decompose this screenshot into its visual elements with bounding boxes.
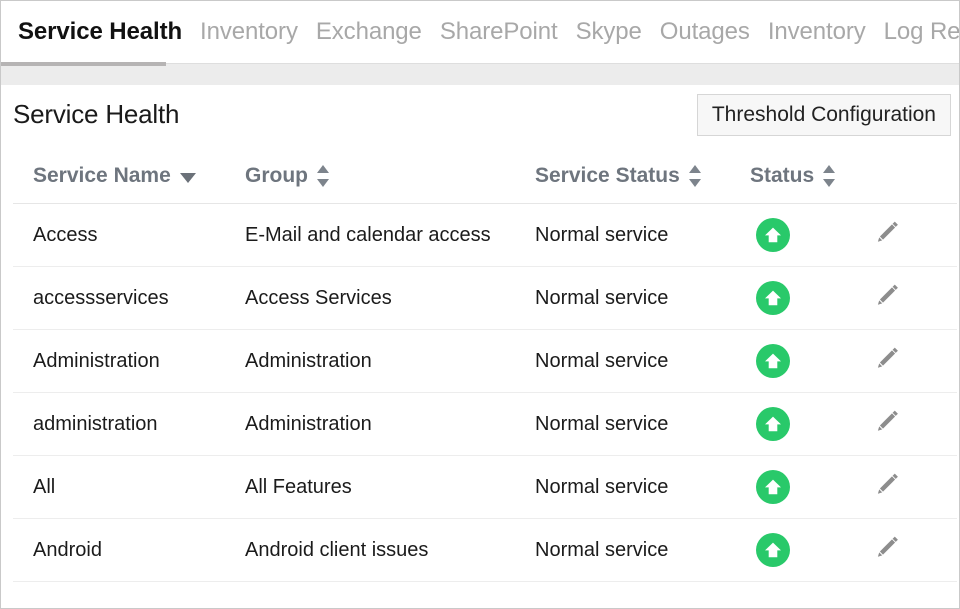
table-row[interactable]: AccessE-Mail and calendar accessNormal s… [13, 204, 957, 267]
page-header: Service Health Threshold Configuration [1, 85, 959, 150]
threshold-configuration-button[interactable]: Threshold Configuration [697, 94, 951, 136]
column-header-label: Service Status [535, 164, 680, 188]
cell-edit-action[interactable] [854, 267, 957, 330]
sort-descending-icon[interactable] [180, 173, 196, 183]
sort-both-icon[interactable] [689, 165, 702, 187]
table-row[interactable]: AndroidAndroid client issuesNormal servi… [13, 519, 957, 582]
tab-outages-5[interactable]: Outages [651, 1, 759, 63]
main-tabbar: Service HealthInventoryExchangeSharePoin… [1, 1, 959, 63]
cell-service-name: Access [13, 204, 245, 267]
cell-status [750, 393, 854, 456]
cell-service-name: administration [13, 393, 245, 456]
pencil-icon[interactable] [872, 406, 902, 442]
cell-service-status: Normal service [535, 393, 750, 456]
pencil-icon[interactable] [872, 280, 902, 316]
column-header-service-name[interactable]: Service Name [13, 150, 245, 204]
service-health-table: Service Name Group Service Status [13, 150, 957, 582]
service-health-page: Service HealthInventoryExchangeSharePoin… [0, 0, 960, 609]
pencil-icon[interactable] [872, 343, 902, 379]
up-arrow-circle-icon [756, 344, 790, 378]
cell-status [750, 456, 854, 519]
tab-exchange-2[interactable]: Exchange [307, 1, 431, 63]
cell-edit-action[interactable] [854, 393, 957, 456]
tab-log-report-7[interactable]: Log Report [875, 1, 960, 63]
tab-inventory-6[interactable]: Inventory [759, 1, 875, 63]
tabbar-gray-strip [1, 63, 959, 85]
cell-group: Administration [245, 393, 535, 456]
cell-status [750, 330, 854, 393]
table-row[interactable]: accessservicesAccess ServicesNormal serv… [13, 267, 957, 330]
sort-both-icon[interactable] [317, 165, 330, 187]
page-title: Service Health [13, 99, 179, 130]
column-header-status[interactable]: Status [750, 150, 854, 204]
pencil-icon[interactable] [872, 469, 902, 505]
tab-sharepoint-3[interactable]: SharePoint [431, 1, 567, 63]
up-arrow-circle-icon [756, 470, 790, 504]
cell-service-name: All [13, 456, 245, 519]
column-header-group[interactable]: Group [245, 150, 535, 204]
table-header-row: Service Name Group Service Status [13, 150, 957, 204]
up-arrow-circle-icon [756, 218, 790, 252]
cell-group: Access Services [245, 267, 535, 330]
cell-group: Android client issues [245, 519, 535, 582]
tab-skype-4[interactable]: Skype [567, 1, 651, 63]
service-health-table-wrap: Service Name Group Service Status [1, 150, 959, 582]
cell-group: Administration [245, 330, 535, 393]
cell-status [750, 519, 854, 582]
cell-service-status: Normal service [535, 204, 750, 267]
table-body: AccessE-Mail and calendar accessNormal s… [13, 204, 957, 582]
table-row[interactable]: AdministrationAdministrationNormal servi… [13, 330, 957, 393]
pencil-icon[interactable] [872, 532, 902, 568]
cell-service-status: Normal service [535, 267, 750, 330]
cell-edit-action[interactable] [854, 204, 957, 267]
cell-edit-action[interactable] [854, 456, 957, 519]
cell-service-status: Normal service [535, 456, 750, 519]
cell-service-name: accessservices [13, 267, 245, 330]
table-row[interactable]: AllAll FeaturesNormal service [13, 456, 957, 519]
cell-status [750, 204, 854, 267]
cell-edit-action[interactable] [854, 519, 957, 582]
cell-service-name: Administration [13, 330, 245, 393]
pencil-icon[interactable] [872, 217, 902, 253]
cell-group: All Features [245, 456, 535, 519]
column-header-actions [854, 150, 957, 204]
tab-inventory-1[interactable]: Inventory [191, 1, 307, 63]
table-header: Service Name Group Service Status [13, 150, 957, 204]
cell-edit-action[interactable] [854, 330, 957, 393]
up-arrow-circle-icon [756, 281, 790, 315]
up-arrow-circle-icon [756, 533, 790, 567]
column-header-service-status[interactable]: Service Status [535, 150, 750, 204]
tab-service-health-0[interactable]: Service Health [9, 1, 191, 63]
active-tab-underline [1, 62, 166, 66]
column-header-label: Service Name [33, 164, 171, 188]
up-arrow-circle-icon [756, 407, 790, 441]
cell-service-name: Android [13, 519, 245, 582]
column-header-label: Status [750, 164, 814, 188]
cell-group: E-Mail and calendar access [245, 204, 535, 267]
cell-status [750, 267, 854, 330]
column-header-label: Group [245, 164, 308, 188]
table-row[interactable]: administrationAdministrationNormal servi… [13, 393, 957, 456]
cell-service-status: Normal service [535, 519, 750, 582]
sort-both-icon[interactable] [823, 165, 836, 187]
cell-service-status: Normal service [535, 330, 750, 393]
